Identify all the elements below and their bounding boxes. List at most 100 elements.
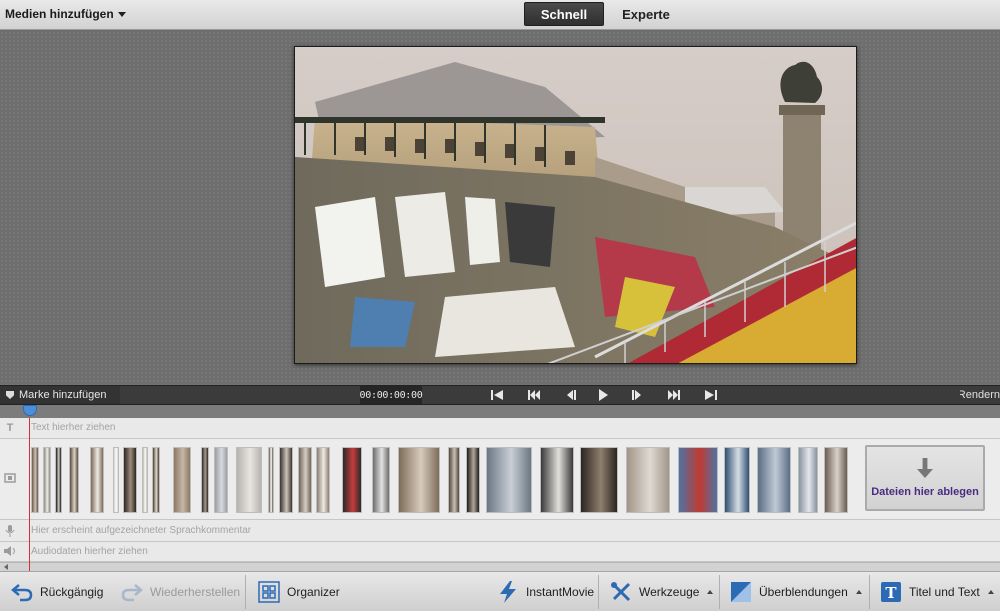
video-clip-thumbnail[interactable] — [486, 447, 532, 513]
go-to-start-icon — [491, 390, 503, 400]
video-track[interactable]: Dateien hier ablegen — [0, 439, 1000, 520]
marker-icon — [6, 391, 14, 399]
mode-tabs: Schnell Experte — [524, 2, 686, 26]
transitions-button[interactable]: Überblendungen — [729, 580, 862, 604]
video-clip-thumbnail[interactable] — [55, 447, 62, 513]
redo-button[interactable]: Wiederherstellen — [120, 580, 240, 604]
step-back-button[interactable] — [560, 388, 582, 402]
toolbar-divider — [598, 575, 599, 609]
preview-frame-image — [295, 47, 856, 363]
toolbar-divider — [719, 575, 720, 609]
film-icon — [3, 472, 17, 484]
video-clip-thumbnail[interactable] — [757, 447, 791, 513]
video-clip-thumbnail[interactable] — [43, 447, 51, 513]
svg-text:T: T — [885, 584, 897, 602]
add-marker-button[interactable]: Marke hinzufügen — [0, 386, 120, 404]
video-clip-thumbnail[interactable] — [31, 447, 39, 513]
step-forward-button[interactable] — [626, 388, 648, 402]
video-clip-thumbnail[interactable] — [214, 447, 228, 513]
timeline-scrollbar[interactable] — [0, 562, 1000, 571]
play-icon — [599, 389, 608, 401]
video-clip-thumbnail[interactable] — [298, 447, 312, 513]
transitions-label: Überblendungen — [759, 585, 848, 599]
text-track-label: Text hierher ziehen — [31, 422, 116, 433]
render-button[interactable]: Rendern — [960, 386, 1000, 404]
video-clip-thumbnail[interactable] — [398, 447, 440, 513]
tools-button[interactable]: Werkzeuge — [609, 580, 714, 604]
monitor-panel — [0, 31, 1000, 385]
skip-forward-icon — [668, 390, 680, 400]
undo-label: Rückgängig — [40, 585, 104, 599]
video-clip-thumbnail[interactable] — [152, 447, 160, 513]
video-clip-thumbnail[interactable] — [279, 447, 293, 513]
tab-quick[interactable]: Schnell — [524, 2, 604, 26]
video-clip-thumbnail[interactable] — [724, 447, 750, 513]
playhead-handle[interactable] — [23, 405, 37, 416]
timeline-ruler[interactable] — [0, 405, 1000, 418]
video-clip-thumbnail[interactable] — [798, 447, 818, 513]
timecode-display: 00:00:00:00 — [360, 386, 423, 404]
lightning-icon — [496, 580, 520, 604]
video-clip-thumbnail[interactable] — [342, 447, 362, 513]
video-clip-thumbnail[interactable] — [90, 447, 104, 513]
transport-bar: Marke hinzufügen 00:00:00:00 Rendern — [0, 385, 1000, 405]
organizer-button[interactable]: Organizer — [257, 580, 340, 604]
drop-files-zone[interactable]: Dateien hier ablegen — [865, 445, 985, 511]
add-media-label: Medien hinzufügen — [5, 7, 114, 21]
tab-expert[interactable]: Experte — [606, 2, 686, 26]
skip-back-icon — [528, 390, 540, 400]
video-clip-thumbnail[interactable] — [69, 447, 79, 513]
video-clip-thumbnail[interactable] — [201, 447, 209, 513]
video-clip-thumbnail[interactable] — [113, 447, 119, 513]
chevron-up-icon — [707, 590, 714, 594]
undo-icon — [10, 580, 34, 604]
next-clip-button[interactable] — [663, 388, 685, 402]
video-clip-thumbnail[interactable] — [626, 447, 670, 513]
go-to-end-button[interactable] — [700, 388, 722, 402]
titles-button[interactable]: T Titel und Text — [879, 580, 994, 604]
redo-label: Wiederherstellen — [150, 585, 241, 599]
video-clip-thumbnail[interactable] — [236, 447, 262, 513]
video-clip-thumbnail[interactable] — [466, 447, 480, 513]
bottom-toolbar: Rückgängig Wiederherstellen Organizer In… — [0, 571, 1000, 611]
instantmovie-button[interactable]: InstantMovie — [496, 580, 594, 604]
text-track[interactable]: T Text hierher ziehen — [0, 418, 1000, 439]
organizer-icon — [257, 580, 281, 604]
playhead-line — [29, 418, 30, 571]
organizer-label: Organizer — [287, 585, 340, 599]
text-icon: T — [6, 422, 14, 434]
undo-button[interactable]: Rückgängig — [10, 580, 103, 604]
video-preview[interactable] — [294, 46, 857, 364]
video-clip-thumbnail[interactable] — [123, 447, 137, 513]
redo-icon — [120, 580, 144, 604]
chevron-up-icon — [987, 590, 994, 594]
video-clip-thumbnail[interactable] — [316, 447, 330, 513]
titles-label: Titel und Text — [909, 585, 980, 599]
transition-icon — [729, 580, 753, 604]
toolbar-divider — [245, 575, 246, 609]
previous-clip-button[interactable] — [523, 388, 545, 402]
speaker-icon — [3, 546, 17, 556]
add-media-dropdown[interactable]: Medien hinzufügen — [5, 7, 126, 21]
video-clip-thumbnail[interactable] — [448, 447, 460, 513]
audio-track-label: Audiodaten hierher ziehen — [31, 546, 148, 557]
video-clip-thumbnail[interactable] — [824, 447, 848, 513]
video-clip-thumbnail[interactable] — [268, 447, 274, 513]
arrow-down-icon — [917, 458, 933, 478]
play-button[interactable] — [592, 388, 614, 402]
video-clip-thumbnail[interactable] — [580, 447, 618, 513]
video-clip-thumbnail[interactable] — [173, 447, 191, 513]
go-to-start-button[interactable] — [486, 388, 508, 402]
scroll-left-icon[interactable] — [4, 564, 8, 570]
drop-zone-label: Dateien hier ablegen — [871, 486, 979, 498]
top-bar: Medien hinzufügen Schnell Experte — [0, 0, 1000, 30]
narration-track[interactable]: Hier erscheint aufgezeichneter Sprachkom… — [0, 520, 1000, 542]
add-marker-label: Marke hinzufügen — [19, 389, 107, 401]
render-label: Rendern — [960, 389, 1000, 401]
video-clip-thumbnail[interactable] — [142, 447, 148, 513]
video-clip-thumbnail[interactable] — [372, 447, 390, 513]
audio-track[interactable]: Audiodaten hierher ziehen — [0, 542, 1000, 562]
video-clip-thumbnail[interactable] — [678, 447, 718, 513]
video-clip-thumbnail[interactable] — [540, 447, 574, 513]
go-to-end-icon — [705, 390, 717, 400]
